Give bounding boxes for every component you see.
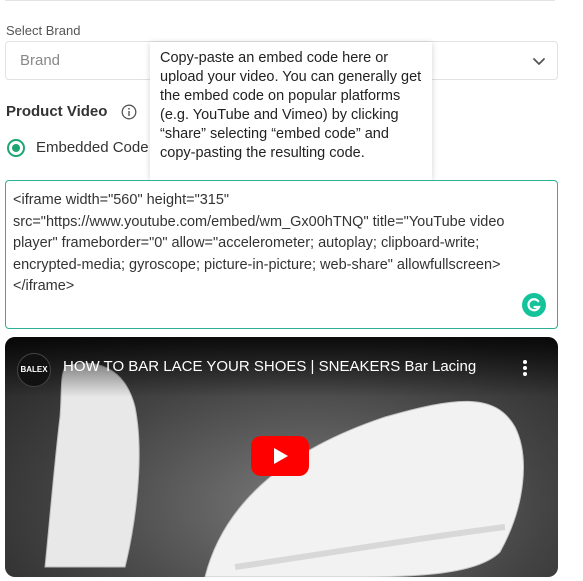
- embedded-code-radio-label[interactable]: Embedded Code: [36, 139, 149, 156]
- info-icon[interactable]: [121, 104, 137, 120]
- info-tooltip: Copy-paste an embed code here or upload …: [150, 42, 432, 180]
- embedded-code-radio[interactable]: [7, 139, 25, 157]
- grammarly-icon[interactable]: [522, 293, 546, 317]
- video-preview[interactable]: BALEX HOW TO BAR LACE YOUR SHOES | SNEAK…: [5, 337, 558, 577]
- product-video-label: Product Video: [6, 103, 108, 120]
- select-brand-label: Select Brand: [6, 23, 81, 38]
- brand-select-value: Brand: [20, 52, 61, 69]
- top-divider: [5, 0, 555, 1]
- youtube-play-icon[interactable]: [251, 436, 309, 476]
- more-vertical-icon[interactable]: [522, 359, 528, 377]
- tooltip-text: Copy-paste an embed code here or upload …: [160, 50, 422, 161]
- embed-code-textarea[interactable]: <iframe width="560" height="315" src="ht…: [5, 180, 558, 329]
- embed-code-text[interactable]: <iframe width="560" height="315" src="ht…: [13, 190, 551, 298]
- channel-logo[interactable]: BALEX: [17, 353, 51, 387]
- video-title[interactable]: HOW TO BAR LACE YOUR SHOES | SNEAKERS Ba…: [63, 358, 503, 375]
- chevron-down-icon: [533, 58, 545, 65]
